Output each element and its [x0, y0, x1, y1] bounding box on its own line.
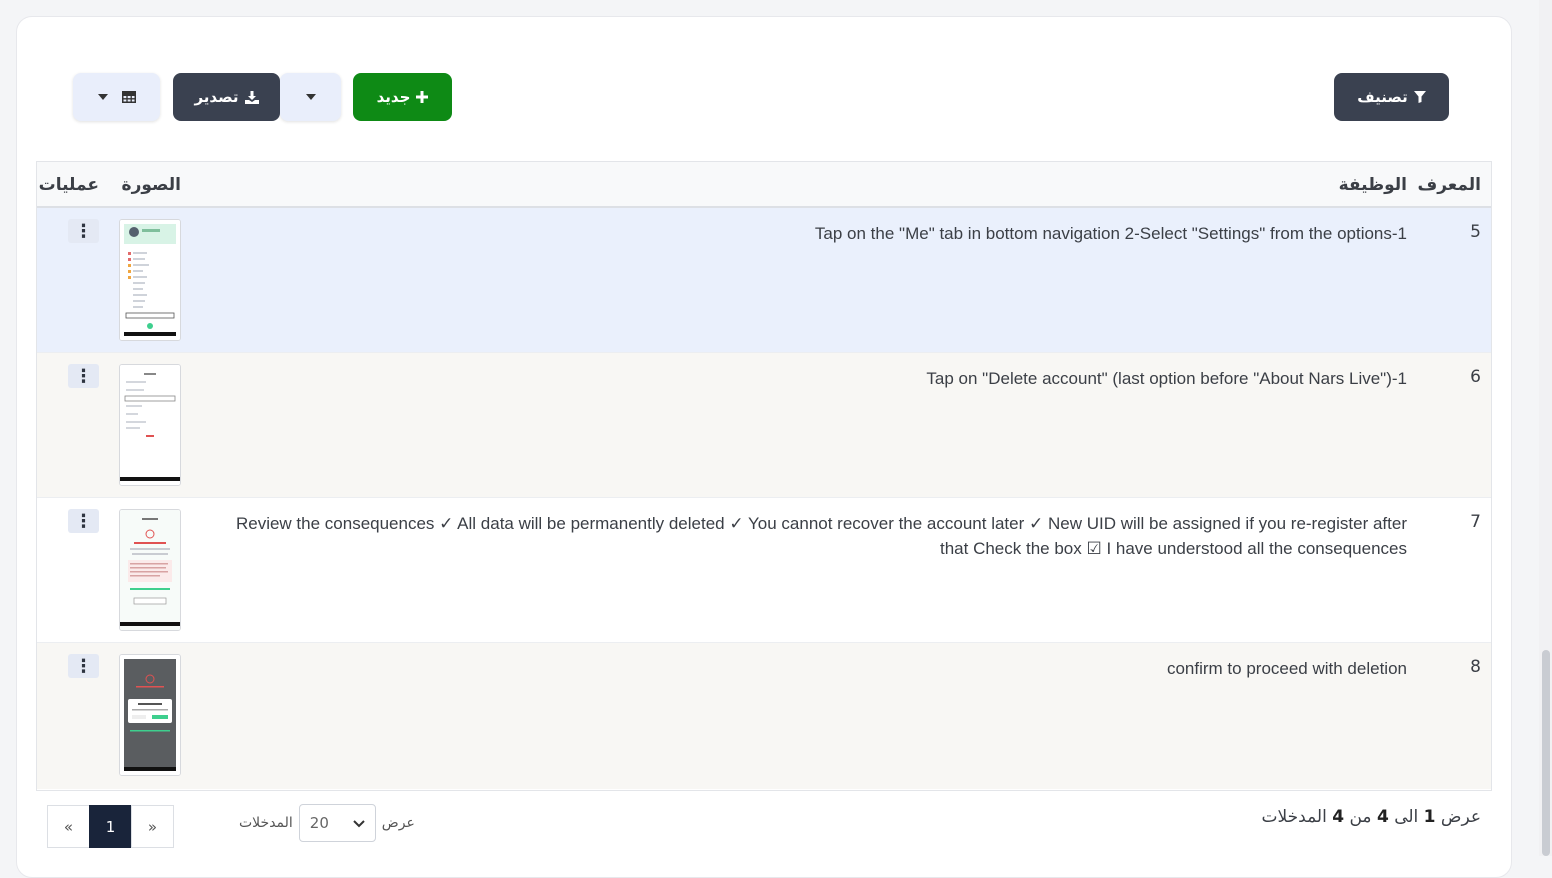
- more-actions-dropdown-button[interactable]: [280, 73, 341, 121]
- row-id: 8: [1470, 657, 1481, 677]
- plus-icon: [416, 91, 429, 103]
- export-button[interactable]: تصدير: [173, 73, 280, 121]
- length-entries-label: المدخلات: [239, 815, 293, 831]
- export-label: تصدير: [194, 88, 239, 106]
- row-function-text: Review the consequences ✓ All data will …: [235, 514, 1407, 558]
- table-row[interactable]: 8 confirm to proceed with deletion ⋮: [37, 643, 1491, 789]
- chevron-down-icon: [353, 814, 365, 832]
- caret-down-icon: [97, 94, 108, 100]
- info-from: 1: [1423, 807, 1436, 827]
- row-id: 5: [1470, 222, 1481, 242]
- page-length-select[interactable]: 20: [298, 804, 376, 842]
- page-scrollbar[interactable]: [1539, 0, 1552, 856]
- header-function[interactable]: الوظيفة: [1339, 175, 1407, 195]
- row-screenshot-thumbnail[interactable]: [119, 654, 181, 776]
- table-icon: [121, 91, 136, 103]
- page-length-control: عرض 20 المدخلات: [239, 804, 415, 842]
- row-id: 6: [1470, 367, 1481, 387]
- row-function-text: Tap on the "Me" tab in bottom navigation…: [814, 224, 1407, 243]
- length-show-label: عرض: [381, 815, 415, 831]
- row-screenshot-thumbnail[interactable]: [119, 509, 181, 631]
- pagination-page-1[interactable]: 1: [89, 805, 132, 848]
- table-info: عرض 1 الى 4 من 4 المدخلات: [1262, 807, 1481, 827]
- caret-down-icon: [305, 94, 316, 100]
- row-actions-button[interactable]: ⋮: [68, 654, 99, 678]
- download-icon: [244, 90, 259, 104]
- row-id: 7: [1470, 512, 1481, 532]
- pagination: « 1 »: [47, 805, 174, 848]
- filter-label: تصنيف: [1357, 88, 1408, 106]
- pagination-next[interactable]: »: [131, 805, 174, 848]
- info-suffix: المدخلات: [1261, 807, 1327, 827]
- data-table: المعرف الوظيفة الصورة عمليات 5 Tap on th…: [36, 161, 1492, 791]
- row-function-text: Tap on "Delete account" (last option bef…: [926, 369, 1407, 388]
- info-prefix: عرض: [1440, 807, 1481, 827]
- header-operations[interactable]: عمليات: [39, 175, 99, 195]
- info-total: 4: [1332, 807, 1345, 827]
- row-screenshot-thumbnail[interactable]: [119, 364, 181, 486]
- page-length-value: 20: [309, 814, 329, 832]
- filter-icon: [1413, 91, 1426, 103]
- columns-toggle-button[interactable]: [73, 73, 160, 121]
- row-screenshot-thumbnail[interactable]: [119, 219, 181, 341]
- content-card: تصنيف جديد تصدير المعرف الوظيفة الصورة ع…: [16, 16, 1512, 878]
- row-function-text: confirm to proceed with deletion: [1166, 659, 1407, 678]
- info-of-word: من: [1349, 807, 1372, 827]
- info-to: 4: [1376, 807, 1389, 827]
- table-row[interactable]: 7 Review the consequences ✓ All data wil…: [37, 498, 1491, 643]
- row-actions-button[interactable]: ⋮: [68, 219, 99, 243]
- table-row[interactable]: 5 Tap on the "Me" tab in bottom navigati…: [37, 208, 1491, 353]
- header-id[interactable]: المعرف: [1417, 175, 1481, 195]
- filter-button[interactable]: تصنيف: [1334, 73, 1449, 121]
- pagination-prev[interactable]: «: [47, 805, 90, 848]
- header-image[interactable]: الصورة: [122, 175, 181, 195]
- row-actions-button[interactable]: ⋮: [68, 509, 99, 533]
- new-label: جديد: [376, 88, 411, 106]
- row-actions-button[interactable]: ⋮: [68, 364, 99, 388]
- table-row[interactable]: 6 Tap on "Delete account" (last option b…: [37, 353, 1491, 498]
- table-header: المعرف الوظيفة الصورة عمليات: [37, 162, 1491, 208]
- new-button[interactable]: جديد: [353, 73, 452, 121]
- info-to-word: الى: [1394, 807, 1419, 827]
- page-scrollbar-thumb[interactable]: [1542, 650, 1550, 856]
